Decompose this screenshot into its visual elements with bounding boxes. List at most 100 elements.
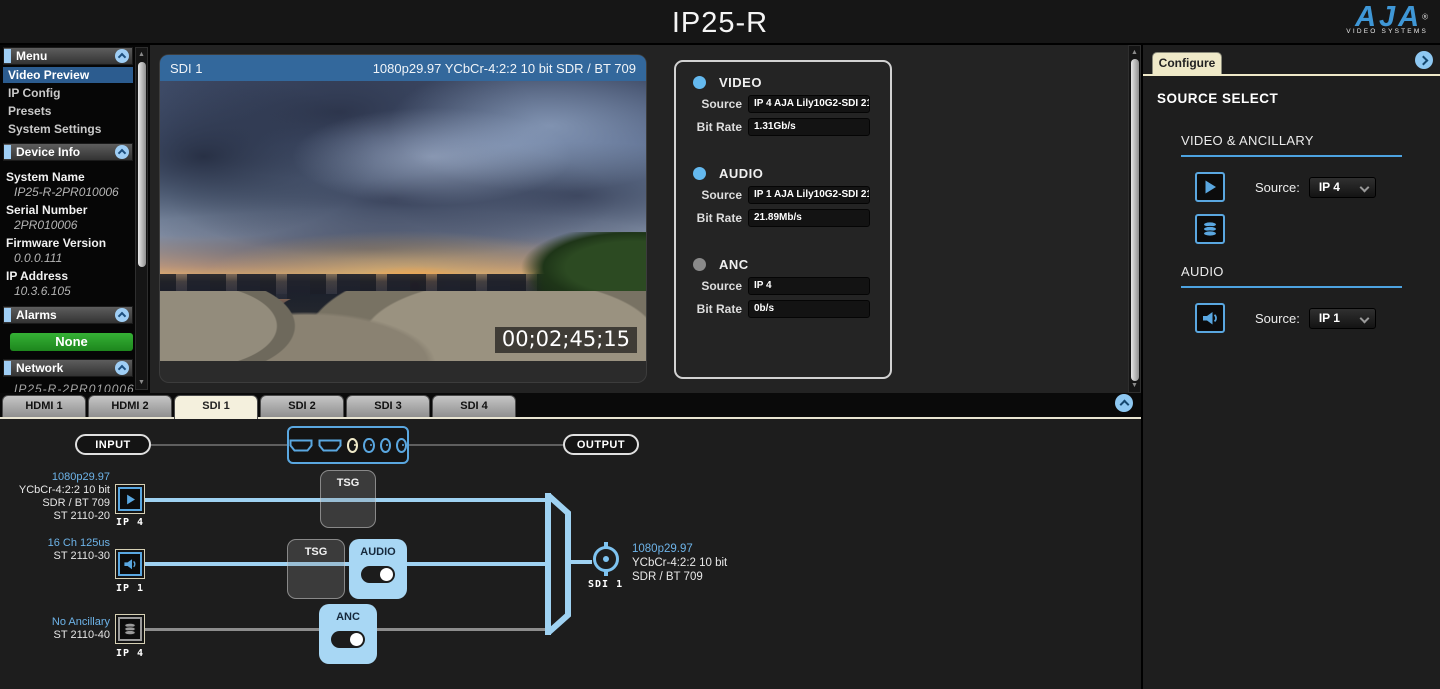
speaker-icon[interactable] (1195, 303, 1225, 333)
bnc-icon-sdi1-selected[interactable] (347, 438, 358, 453)
sidebar-section-network[interactable]: Network (3, 359, 133, 377)
io-tab-bar: HDMI 1 HDMI 2 SDI 1 SDI 2 SDI 3 SDI 4 (0, 393, 1141, 419)
sidebar-section-device-info[interactable]: Device Info (3, 143, 133, 161)
video-input-node[interactable] (115, 484, 145, 514)
firmware-version-label: Firmware Version (6, 236, 150, 250)
anc-standard-line: ST 2110-40 (16, 629, 110, 642)
anc-source-value: IP 4 (748, 277, 870, 295)
alarms-section-title: Alarms (16, 308, 115, 322)
tab-sdi-4[interactable]: SDI 4 (432, 395, 516, 417)
preview-format-label: 1080p29.97 YCbCr-4:2:2 10 bit SDR / BT 7… (373, 61, 636, 76)
stacked-discs-icon[interactable] (1195, 214, 1225, 244)
io-bottom-panel: HDMI 1 HDMI 2 SDI 1 SDI 2 SDI 3 SDI 4 IN… (0, 393, 1141, 689)
tab-sdi-1[interactable]: SDI 1 (174, 395, 258, 419)
chevron-right-icon[interactable] (1415, 51, 1433, 69)
hdmi-icon[interactable] (318, 439, 342, 452)
ancillary-icon-row (1195, 214, 1440, 244)
output-format-line: 1080p29.97 (632, 542, 727, 556)
scroll-down-arrow[interactable]: ▼ (136, 377, 147, 388)
tab-sdi-3[interactable]: SDI 3 (346, 395, 430, 417)
preview-header: SDI 1 1080p29.97 YCbCr-4:2:2 10 bit SDR … (160, 55, 646, 81)
page-title: IP25-R (0, 7, 1440, 40)
audio-status-group: AUDIO SourceIP 1 AJA Lily10G2-SDI 211 Bi… (676, 166, 890, 227)
sidebar-item-presets[interactable]: Presets (3, 103, 133, 119)
video-ancillary-title: VIDEO & ANCILLARY (1181, 133, 1440, 148)
audio-bitrate-label: Bit Rate (676, 211, 742, 225)
speaker-icon (118, 552, 142, 576)
section-rule (1181, 286, 1402, 288)
top-header: IP25-R AJA® VIDEO SYSTEMS (0, 0, 1440, 45)
ip-address-value: 10.3.6.105 (14, 284, 150, 298)
video-bitrate-value: 1.31Gb/s (748, 118, 870, 136)
anc-input-info: No Ancillary ST 2110-40 (16, 616, 110, 642)
bnc-icon-sdi3[interactable] (380, 438, 391, 453)
audio-port-label: IP 1 (112, 583, 148, 594)
audio-input-node[interactable] (115, 549, 145, 579)
video-source-value: IP 4 AJA Lily10G2-SDI 211 (748, 95, 870, 113)
output-pill: OUTPUT (563, 434, 639, 455)
tab-configure[interactable]: Configure (1152, 52, 1222, 74)
bnc-icon-sdi4[interactable] (396, 438, 407, 453)
video-status-group: VIDEO SourceIP 4 AJA Lily10G2-SDI 211 Bi… (676, 75, 890, 136)
section-accent-chip (4, 308, 11, 322)
tab-hdmi-2[interactable]: HDMI 2 (88, 395, 172, 417)
configure-panel: Configure SOURCE SELECT VIDEO & ANCILLAR… (1141, 45, 1440, 689)
tab-sdi-2[interactable]: SDI 2 (260, 395, 344, 417)
tab-underline (1143, 74, 1440, 76)
audio-enable-toggle[interactable] (361, 566, 395, 583)
video-port-label: IP 4 (112, 517, 148, 528)
hdmi-icon[interactable] (289, 439, 313, 452)
serial-number-label: Serial Number (6, 203, 150, 217)
video-source-label: Source (676, 97, 742, 111)
scroll-up-arrow[interactable]: ▲ (136, 49, 147, 60)
scroll-down-arrow[interactable]: ▼ (1129, 380, 1140, 391)
source-select-heading: SOURCE SELECT (1157, 91, 1440, 106)
sdi-output-port-label: SDI 1 (588, 579, 623, 590)
video-source-dropdown[interactable]: IP 4 (1309, 177, 1376, 198)
scroll-up-arrow[interactable]: ▲ (1129, 47, 1140, 58)
tab-hdmi-1[interactable]: HDMI 1 (2, 395, 86, 417)
audio-source-dropdown[interactable]: IP 1 (1309, 308, 1376, 329)
play-icon[interactable] (1195, 172, 1225, 202)
sidebar-scrollbar[interactable]: ▲ ▼ (135, 47, 148, 390)
audio-process-block: AUDIO (349, 539, 407, 599)
sidebar-section-menu[interactable]: Menu (3, 47, 133, 65)
chevron-up-icon[interactable] (115, 49, 129, 63)
output-colorspace-line: SDR / BT 709 (632, 570, 727, 584)
section-rule (1181, 155, 1402, 157)
stream-status-panel: VIDEO SourceIP 4 AJA Lily10G2-SDI 211 Bi… (674, 60, 892, 379)
video-preview-panel: SDI 1 1080p29.97 YCbCr-4:2:2 10 bit SDR … (160, 55, 646, 382)
anc-port-label: IP 4 (112, 648, 148, 659)
audio-led (693, 167, 706, 180)
sidebar-section-alarms[interactable]: Alarms (3, 306, 133, 324)
section-accent-chip (4, 361, 11, 375)
input-wire (150, 444, 288, 446)
tsg-video-block[interactable]: TSG (320, 470, 376, 528)
output-sampling-line: YCbCr-4:2:2 10 bit (632, 556, 727, 570)
chevron-up-icon[interactable] (115, 145, 129, 159)
audio-source-value: IP 1 AJA Lily10G2-SDI 211 (748, 186, 870, 204)
sidebar-item-video-preview[interactable]: Video Preview (3, 67, 133, 83)
scrollbar-thumb[interactable] (1131, 59, 1139, 381)
tsg-audio-block[interactable]: TSG (287, 539, 345, 599)
system-name-value: IP25-R-2PR010006 (14, 185, 150, 199)
audio-format-line: 16 Ch 125us (16, 537, 110, 550)
anc-bitrate-value: 0b/s (748, 300, 870, 318)
scrollbar-thumb[interactable] (138, 62, 146, 267)
system-name-label: System Name (6, 170, 150, 184)
chevron-up-icon[interactable] (115, 308, 129, 322)
video-led (693, 76, 706, 89)
anc-input-node[interactable] (115, 614, 145, 644)
sidebar-item-ip-config[interactable]: IP Config (3, 85, 133, 101)
ip-address-label: IP Address (6, 269, 150, 283)
chevron-up-icon[interactable] (115, 361, 129, 375)
bnc-icon-sdi2[interactable] (363, 438, 374, 453)
anc-enable-toggle[interactable] (331, 631, 365, 648)
serial-number-value: 2PR010006 (14, 218, 150, 232)
sidebar-item-system-settings[interactable]: System Settings (3, 121, 133, 137)
audio-group-label: AUDIO (719, 166, 763, 181)
main-scrollbar[interactable]: ▲ ▼ (1128, 45, 1141, 393)
audio-input-info: 16 Ch 125us ST 2110-30 (16, 537, 110, 563)
play-icon (118, 487, 142, 511)
chevron-up-icon[interactable] (1115, 394, 1133, 412)
